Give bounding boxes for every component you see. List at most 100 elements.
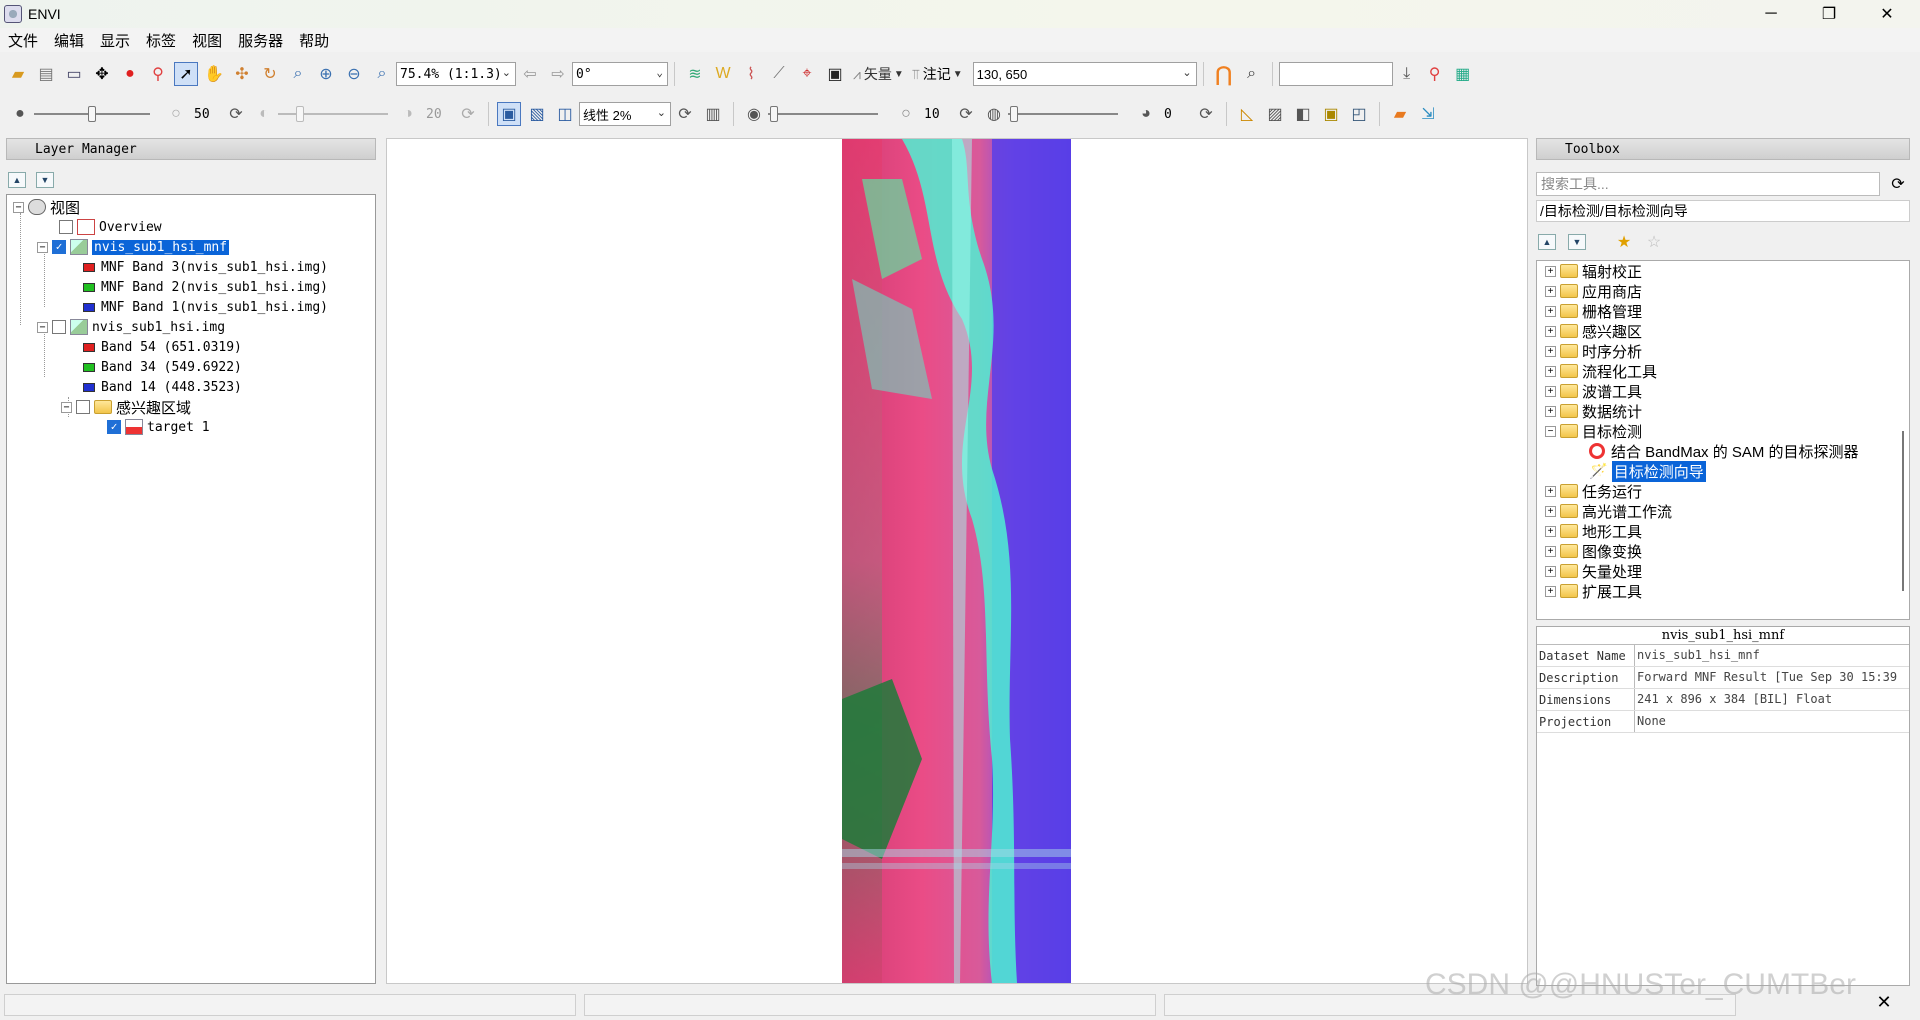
- toolbox-search-input[interactable]: 搜索工具...: [1536, 172, 1880, 196]
- property-value[interactable]: 241 x 896 x 384 [BIL] Float: [1635, 689, 1832, 710]
- layer-hsi-checkbox[interactable]: [52, 320, 66, 334]
- tree-layer-mnf[interactable]: − ✓ nvis_sub1_hsi_mnf: [37, 237, 230, 257]
- expand-icon[interactable]: +: [1545, 585, 1556, 597]
- zoom-combo[interactable]: 75.4% (1:1.3) ⌄: [396, 62, 516, 86]
- spectral-profile-icon[interactable]: ≋: [683, 62, 707, 86]
- roi-tool-icon[interactable]: ⌇: [739, 62, 763, 86]
- expand-icon[interactable]: +: [1545, 485, 1556, 497]
- pan-hand-icon[interactable]: ✋: [202, 62, 226, 86]
- tree-folder[interactable]: + 应用商店: [1545, 281, 1642, 301]
- property-value[interactable]: Forward MNF Result [Tue Sep 30 15:39: [1635, 667, 1897, 688]
- toolbox-icon[interactable]: ▰: [1388, 102, 1412, 126]
- location-pin-icon[interactable]: ⚲: [1423, 62, 1447, 86]
- toolbox-scrollbar[interactable]: [1899, 281, 1907, 591]
- remove-favorite-star-icon[interactable]: ☆: [1642, 230, 1666, 254]
- tree-folder[interactable]: + 地形工具: [1545, 521, 1642, 541]
- reset-icon[interactable]: ⟳: [1194, 102, 1218, 126]
- roi-icon[interactable]: ⌖: [795, 62, 819, 86]
- tree-band-item[interactable]: Band 34 (549.6922): [83, 357, 242, 377]
- tree-overview[interactable]: Overview: [59, 217, 162, 237]
- transparency-value[interactable]: 0: [1160, 103, 1192, 125]
- expand-icon[interactable]: +: [1545, 545, 1556, 557]
- tree-band-item[interactable]: MNF Band 1(nvis_sub1_hsi.img): [83, 297, 328, 317]
- collapse-all-button[interactable]: ▲: [8, 172, 26, 188]
- swipe-icon[interactable]: ◧: [1291, 102, 1315, 126]
- menu-file[interactable]: 文件: [0, 30, 46, 51]
- tree-folder[interactable]: + 矢量处理: [1545, 561, 1642, 581]
- layer-mnf-checkbox[interactable]: ✓: [52, 240, 66, 254]
- tree-folder[interactable]: + 高光谱工作流: [1545, 501, 1672, 521]
- stop-icon[interactable]: ●: [118, 62, 142, 86]
- menu-help[interactable]: 帮助: [291, 30, 337, 51]
- map-window-icon[interactable]: ▦: [1451, 62, 1475, 86]
- quick-search-input[interactable]: [1278, 62, 1393, 86]
- contrast-slider[interactable]: [278, 104, 388, 124]
- rotate-right-icon[interactable]: ⇨: [546, 62, 570, 86]
- expand-icon[interactable]: +: [1545, 525, 1556, 537]
- sharpen-slider[interactable]: [768, 104, 878, 124]
- expand-icon[interactable]: +: [1545, 325, 1556, 337]
- tool-target-detection-wizard[interactable]: 🪄 目标检测向导: [1589, 460, 1706, 482]
- reset-stretch-icon[interactable]: ⟳: [673, 102, 697, 126]
- tree-roi-item[interactable]: ✓ target 1: [107, 417, 210, 437]
- image-view[interactable]: [386, 138, 1528, 984]
- tree-root-view[interactable]: − 视图: [13, 197, 80, 217]
- tool-sam-bandmax[interactable]: 结合 BandMax 的 SAM 的目标探测器: [1589, 441, 1859, 461]
- stretch-data-icon[interactable]: ◫: [553, 102, 577, 126]
- sharpen-value[interactable]: 10: [920, 103, 952, 125]
- expand-all-button[interactable]: ▼: [36, 172, 54, 188]
- tree-folder-target-detection[interactable]: − 目标检测: [1545, 421, 1642, 441]
- zoom-icon[interactable]: ⌕: [286, 62, 310, 86]
- menu-label[interactable]: 标签: [138, 30, 184, 51]
- maximize-button[interactable]: ❐: [1800, 0, 1858, 28]
- contrast-value[interactable]: 20: [422, 103, 454, 125]
- close-button[interactable]: ✕: [1858, 0, 1916, 28]
- expand-icon[interactable]: +: [1545, 385, 1556, 397]
- tree-band-item[interactable]: Band 54 (651.0319): [83, 337, 242, 357]
- chip-icon[interactable]: ▨: [1263, 102, 1287, 126]
- tree-folder[interactable]: + 数据统计: [1545, 401, 1642, 421]
- spectral-plot-icon[interactable]: W: [711, 62, 735, 86]
- brightness-value[interactable]: 50: [190, 103, 222, 125]
- collapse-icon[interactable]: −: [13, 201, 24, 213]
- tree-band-item[interactable]: MNF Band 2(nvis_sub1_hsi.img): [83, 277, 328, 297]
- expand-all-button[interactable]: ▼: [1568, 234, 1586, 250]
- collapse-all-button[interactable]: ▲: [1538, 234, 1556, 250]
- collapse-icon[interactable]: −: [37, 241, 48, 253]
- reset-icon[interactable]: ⟳: [954, 102, 978, 126]
- slider-thumb[interactable]: [88, 106, 96, 122]
- vector-button[interactable]: ⩘ 矢量 ▼: [849, 64, 908, 84]
- zoom-in-icon[interactable]: ⊕: [314, 62, 338, 86]
- roi-folder-checkbox[interactable]: [76, 400, 90, 414]
- close-icon[interactable]: ✕: [1872, 990, 1896, 1014]
- menu-server[interactable]: 服务器: [230, 30, 291, 51]
- fly-icon[interactable]: ✣: [230, 62, 254, 86]
- stretch-combo[interactable]: 线性 2% ⌄: [579, 102, 671, 126]
- expand-icon[interactable]: +: [1545, 345, 1556, 357]
- minimize-button[interactable]: ─: [1742, 0, 1800, 28]
- zoom-full-icon[interactable]: ⌕: [370, 62, 394, 86]
- tree-folder[interactable]: + 时序分析: [1545, 341, 1642, 361]
- property-value[interactable]: None: [1635, 711, 1666, 732]
- refresh-icon[interactable]: ⟳: [1886, 172, 1910, 196]
- stretch-view-icon[interactable]: ▣: [497, 102, 521, 126]
- slider-thumb[interactable]: [770, 106, 778, 122]
- transparency-slider[interactable]: [1008, 104, 1118, 124]
- reset-icon[interactable]: ⟳: [224, 102, 248, 126]
- tree-folder[interactable]: + 波谱工具: [1545, 381, 1642, 401]
- tree-folder[interactable]: + 图像变换: [1545, 541, 1642, 561]
- collapse-icon[interactable]: −: [37, 321, 48, 333]
- pin-icon[interactable]: ⚲: [146, 62, 170, 86]
- data-manager-icon[interactable]: ▤: [34, 62, 58, 86]
- open-file-icon[interactable]: ▰: [6, 62, 30, 86]
- tree-folder[interactable]: + 感兴趣区: [1545, 321, 1642, 341]
- histogram-icon[interactable]: ▥: [701, 102, 725, 126]
- add-favorite-star-icon[interactable]: ★: [1612, 230, 1636, 254]
- slider-thumb[interactable]: [296, 106, 304, 122]
- tree-folder[interactable]: + 任务运行: [1545, 481, 1642, 501]
- menu-view[interactable]: 视图: [184, 30, 230, 51]
- expand-icon[interactable]: +: [1545, 365, 1556, 377]
- brightness-slider[interactable]: [34, 104, 150, 124]
- property-value[interactable]: nvis_sub1_hsi_mnf: [1635, 645, 1760, 666]
- tree-band-item[interactable]: MNF Band 3(nvis_sub1_hsi.img): [83, 257, 328, 277]
